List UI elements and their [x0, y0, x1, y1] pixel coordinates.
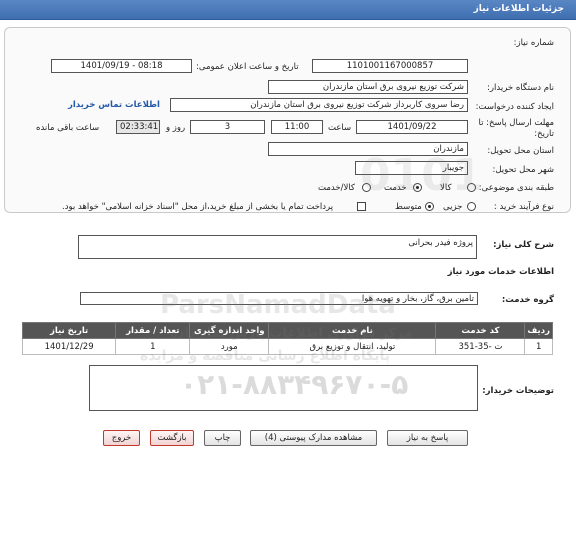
city-label: شهر محل تحویل: — [492, 165, 554, 175]
buyer-notes-label: توضیحات خریدار: — [482, 386, 554, 396]
purchase-radio-minor[interactable] — [467, 202, 476, 211]
announce-field: 1401/09/19 - 08:18 — [51, 59, 192, 73]
description-field: پروژه فیدر بحرانی — [78, 235, 477, 259]
description-label: شرح کلی نیاز: — [493, 240, 554, 250]
deadline-time-label: ساعت — [328, 123, 352, 133]
remaining-time-field: 02:33:41 — [116, 120, 160, 134]
treasury-payment-note: پرداخت تمام یا بخشی از مبلغ خرید،از محل … — [62, 202, 334, 212]
deadline-label: مهلت ارسال پاسخ: تا تاریخ: — [478, 118, 554, 139]
title-bar: جزئیات اطلاعات نیاز — [0, 0, 576, 20]
services-table: ردیف کد خدمت نام خدمت واحد اندازه گیری ت… — [21, 322, 553, 355]
creator-field: رضا سروی کاربرداز شرکت توزیع نیروی برق ا… — [170, 98, 468, 112]
category-option-service: خدمت — [384, 183, 407, 193]
col-header-unit: واحد اندازه گیری — [189, 322, 270, 339]
province-field: مازندران — [268, 142, 468, 156]
table-header-row: ردیف کد خدمت نام خدمت واحد اندازه گیری ت… — [21, 322, 553, 339]
purchase-option-minor: جزیی — [443, 202, 463, 212]
purchase-radio-medium[interactable] — [425, 202, 434, 211]
back-button[interactable]: بازگشت — [150, 430, 194, 446]
print-button[interactable]: چاپ — [204, 430, 241, 446]
need-number-label: شماره نیاز: — [513, 38, 554, 48]
treasury-payment-checkbox[interactable] — [357, 202, 366, 211]
reply-button[interactable]: پاسخ به نیاز — [387, 430, 468, 446]
category-radio-goods[interactable] — [467, 183, 476, 192]
view-documents-button[interactable]: مشاهده مدارک پیوستی (4) — [250, 430, 377, 446]
category-radio-goods-service[interactable] — [362, 183, 371, 192]
buyer-org-label: نام دستگاه خریدار: — [487, 83, 554, 93]
col-header-row-number: ردیف — [524, 322, 553, 339]
category-radio-service[interactable] — [413, 183, 422, 192]
purchase-label: نوع فرآیند خرید : — [493, 202, 554, 212]
cell-need-date: 1401/12/29 — [21, 338, 117, 355]
page-title: جزئیات اطلاعات نیاز — [473, 4, 564, 14]
buyer-org-field: شرکت توزیع نیروی برق استان مازندران — [268, 80, 468, 94]
announce-label: تاریخ و ساعت اعلان عمومی: — [196, 62, 299, 72]
remaining-label: ساعت باقی مانده — [36, 123, 100, 133]
buyer-notes-field — [89, 365, 478, 411]
cell-row-number: 1 — [524, 338, 553, 355]
table-row: 1 ت -35-351 تولید، انتقال و توزیع برق مو… — [21, 338, 553, 355]
deadline-time-field: 11:00 — [271, 120, 323, 134]
creator-label: ایجاد کننده درخواست: — [475, 102, 554, 112]
cell-service-name: تولید، انتقال و توزیع برق — [268, 338, 437, 355]
purchase-option-medium: متوسط — [395, 202, 422, 212]
province-label: استان محل تحویل: — [487, 146, 554, 156]
category-option-goods: کالا — [440, 183, 452, 193]
col-header-service-name: نام خدمت — [268, 322, 437, 339]
days-field: 3 — [190, 120, 265, 134]
cell-unit: مورد — [189, 338, 270, 355]
buyer-contact-link[interactable]: اطلاعات تماس خریدار — [68, 100, 160, 110]
city-field: جویبار — [355, 161, 468, 175]
category-label: طبقه بندی موضوعی: — [478, 183, 554, 193]
services-section-title: اطلاعات خدمات مورد نیاز — [447, 267, 554, 277]
col-header-need-date: تاریخ نیاز — [21, 322, 117, 339]
category-option-goods-service: کالا/خدمت — [318, 183, 355, 193]
deadline-date-field: 1401/09/22 — [356, 120, 468, 134]
col-header-service-code: کد خدمت — [435, 322, 526, 339]
days-label: روز و — [166, 123, 186, 133]
service-group-field: تامین برق، گاز، بخار و تهویه هوا — [80, 292, 478, 305]
cell-service-code: ت -35-351 — [435, 338, 526, 355]
service-group-label: گروه خدمت: — [501, 295, 554, 305]
col-header-quantity: تعداد / مقدار — [115, 322, 191, 339]
exit-button[interactable]: خروج — [103, 430, 140, 446]
need-number-field: 1101001167000857 — [312, 59, 468, 73]
cell-quantity: 1 — [115, 338, 191, 355]
